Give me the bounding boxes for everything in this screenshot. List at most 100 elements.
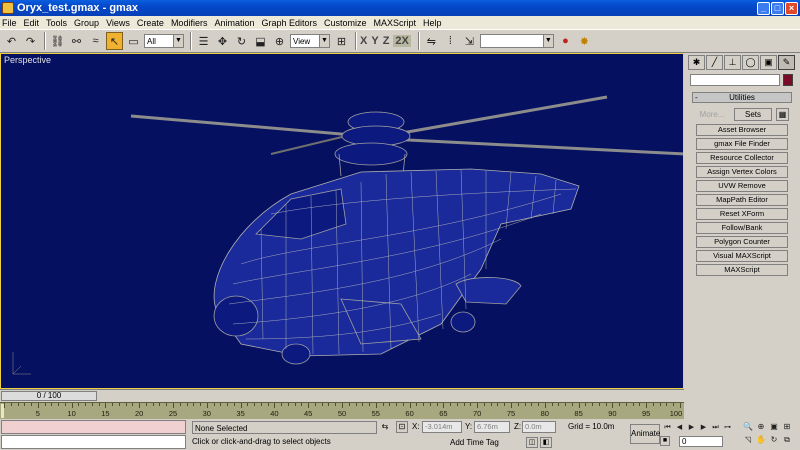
create-tab-icon[interactable]: ✱ bbox=[688, 55, 705, 70]
move-icon[interactable]: ✥ bbox=[214, 32, 231, 50]
more-button[interactable]: More... bbox=[694, 110, 730, 119]
object-name-field[interactable] bbox=[690, 74, 780, 86]
y-coordinate-field[interactable]: 6.76m bbox=[474, 421, 510, 433]
maxscript-listener-mini[interactable] bbox=[1, 420, 186, 434]
pan-icon[interactable]: ✋ bbox=[755, 434, 767, 446]
select-by-name-icon[interactable]: ☰ bbox=[195, 32, 212, 50]
modify-tab-icon[interactable]: ╱ bbox=[706, 55, 723, 70]
menu-create[interactable]: Create bbox=[137, 18, 164, 28]
selection-filter-dropdown[interactable]: All ▼ bbox=[144, 34, 184, 48]
maximize-button[interactable]: □ bbox=[771, 1, 784, 15]
menu-tools[interactable]: Tools bbox=[46, 18, 67, 28]
add-time-tag-button[interactable]: Add Time Tag bbox=[450, 438, 499, 447]
perspective-viewport[interactable]: Perspective bbox=[0, 53, 684, 389]
animate-button[interactable]: Animate bbox=[630, 424, 660, 444]
track-bar-tick bbox=[382, 403, 384, 406]
field-of-view-icon[interactable]: ◹ bbox=[742, 434, 754, 446]
restrict-x-button[interactable]: X bbox=[360, 35, 367, 47]
zoom-all-icon[interactable]: ⊕ bbox=[755, 421, 767, 433]
time-slider[interactable]: 0 / 100 bbox=[0, 389, 684, 402]
named-selection-dropdown[interactable]: ▼ bbox=[479, 34, 554, 48]
render-icon[interactable]: ✸ bbox=[576, 32, 593, 50]
visual-maxscript-button[interactable]: Visual MAXScript bbox=[696, 250, 788, 262]
current-frame-field[interactable]: 0 bbox=[679, 436, 723, 447]
restrict-plane-button[interactable]: 2X bbox=[393, 35, 411, 47]
restrict-z-button[interactable]: Z bbox=[383, 35, 390, 47]
menu-edit[interactable]: Edit bbox=[24, 18, 40, 28]
close-button[interactable]: × bbox=[785, 1, 798, 15]
track-bar-frame-label: 35 bbox=[236, 409, 245, 418]
display-tab-icon[interactable]: ▣ bbox=[760, 55, 777, 70]
mirror-icon[interactable]: ⇋ bbox=[423, 32, 440, 50]
rotate-icon[interactable]: ↻ bbox=[233, 32, 250, 50]
material-editor-icon[interactable]: ● bbox=[557, 32, 574, 50]
unlink-icon[interactable]: ⚯ bbox=[68, 32, 85, 50]
menu-views[interactable]: Views bbox=[106, 18, 130, 28]
utilities-rollout-header[interactable]: - Utilities bbox=[692, 92, 792, 103]
link-icon[interactable]: ⛓ bbox=[49, 32, 66, 50]
resource-collector-button[interactable]: Resource Collector bbox=[696, 152, 788, 164]
array-icon[interactable]: ⁞ bbox=[442, 32, 459, 50]
follow-bank-button[interactable]: Follow/Bank bbox=[696, 222, 788, 234]
play-icon[interactable]: ▶ bbox=[686, 422, 697, 433]
hierarchy-tab-icon[interactable]: ⊥ bbox=[724, 55, 741, 70]
selection-lock-icon[interactable]: ⇆ bbox=[380, 422, 390, 432]
next-frame-icon[interactable]: ▶ bbox=[698, 422, 709, 433]
track-bar[interactable]: 5 10 15 20 25 30 35 40 45 50 55 60 65 70 75 80 85 90 95 100 bbox=[0, 402, 684, 419]
menu-maxscript[interactable]: MAXScript bbox=[374, 18, 417, 28]
bind-space-warp-icon[interactable]: ≈ bbox=[87, 32, 104, 50]
pivot-center-icon[interactable]: ⊕ bbox=[271, 32, 288, 50]
maxscript-button[interactable]: MAXScript bbox=[696, 264, 788, 276]
polygon-counter-button[interactable]: Polygon Counter bbox=[696, 236, 788, 248]
align-icon[interactable]: ⇲ bbox=[461, 32, 478, 50]
zoom-extents-icon[interactable]: ▣ bbox=[768, 421, 780, 433]
gmax-file-finder-button[interactable]: gmax File Finder bbox=[696, 138, 788, 150]
menu-modifiers[interactable]: Modifiers bbox=[171, 18, 208, 28]
menu-help[interactable]: Help bbox=[423, 18, 442, 28]
crossing-selection-icon[interactable]: ◫ bbox=[526, 437, 538, 448]
utilities-tab-icon[interactable]: ✎ bbox=[778, 55, 795, 70]
object-color-swatch[interactable] bbox=[783, 74, 793, 86]
z-coordinate-field[interactable]: 0.0m bbox=[522, 421, 556, 433]
restrict-y-button[interactable]: Y bbox=[371, 35, 378, 47]
min-max-toggle-icon[interactable]: ⧉ bbox=[781, 434, 793, 446]
track-bar-tick bbox=[511, 403, 512, 408]
undo-icon[interactable]: ↶ bbox=[3, 32, 20, 50]
sets-button[interactable]: Sets bbox=[734, 108, 772, 121]
track-bar-tick bbox=[112, 403, 114, 406]
assign-vertex-colors-button[interactable]: Assign Vertex Colors bbox=[696, 166, 788, 178]
menu-graph-editors[interactable]: Graph Editors bbox=[261, 18, 317, 28]
x-coordinate-field[interactable]: -3.014m bbox=[422, 421, 462, 433]
asset-browser-button[interactable]: Asset Browser bbox=[696, 124, 788, 136]
track-bar-tick bbox=[159, 403, 161, 406]
degradation-override-icon[interactable]: ◧ bbox=[540, 437, 552, 448]
key-mode-icon[interactable]: ⊶ bbox=[722, 422, 733, 433]
mappath-editor-button[interactable]: MapPath Editor bbox=[696, 194, 788, 206]
minimize-button[interactable]: _ bbox=[757, 1, 770, 15]
selection-region-icon[interactable]: ▭ bbox=[125, 32, 142, 50]
menu-animation[interactable]: Animation bbox=[214, 18, 254, 28]
reference-coord-dropdown[interactable]: View ▼ bbox=[290, 34, 330, 48]
previous-frame-icon[interactable]: ◀ bbox=[674, 422, 685, 433]
reset-xform-button[interactable]: Reset XForm bbox=[696, 208, 788, 220]
go-to-end-icon[interactable]: ⏭ bbox=[710, 422, 721, 433]
select-object-icon[interactable]: ↖ bbox=[106, 32, 123, 50]
configure-button-sets-icon[interactable]: ▦ bbox=[776, 108, 789, 121]
scale-icon[interactable]: ⬓ bbox=[252, 32, 269, 50]
absolute-mode-icon[interactable]: ⊡ bbox=[396, 421, 408, 433]
motion-tab-icon[interactable]: ◯ bbox=[742, 55, 759, 70]
uvw-remove-button[interactable]: UVW Remove bbox=[696, 180, 788, 192]
use-pivot-icon[interactable]: ⊞ bbox=[333, 32, 350, 50]
zoom-icon[interactable]: 🔍 bbox=[742, 421, 754, 433]
time-config-icon[interactable]: ■ bbox=[660, 436, 670, 446]
menu-file[interactable]: File bbox=[2, 18, 17, 28]
maxscript-input-mini[interactable] bbox=[1, 435, 186, 449]
track-bar-tick bbox=[646, 403, 648, 408]
go-to-start-icon[interactable]: ⏮ bbox=[662, 422, 673, 433]
zoom-extents-all-icon[interactable]: ⊞ bbox=[781, 421, 793, 433]
arc-rotate-icon[interactable]: ↻ bbox=[768, 434, 780, 446]
redo-icon[interactable]: ↷ bbox=[22, 32, 39, 50]
menu-group[interactable]: Group bbox=[74, 18, 99, 28]
menu-customize[interactable]: Customize bbox=[324, 18, 367, 28]
time-slider-thumb[interactable]: 0 / 100 bbox=[1, 391, 97, 401]
